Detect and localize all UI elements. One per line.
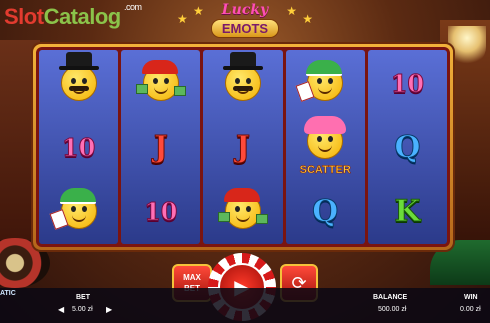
reel-5: 10 Q K (367, 50, 448, 244)
logo-emots: EMOTS (210, 19, 280, 38)
bet-label: BET (76, 294, 90, 301)
reel-2: J 10 (121, 50, 201, 244)
bet-value: 5.00 zł (72, 306, 93, 313)
reel-cell (205, 52, 280, 114)
cardplayer-emoji (49, 188, 97, 230)
reel-cell: J (205, 116, 280, 178)
symbol-k: K (394, 193, 421, 229)
reel-cell: 10 (123, 180, 198, 242)
star-icon: ★ (302, 12, 313, 26)
watermark-logo: SlotCatalog .com (4, 2, 142, 30)
symbol-q: Q (312, 193, 339, 229)
watermark-slot: Slot (4, 4, 44, 29)
reel-cell (205, 180, 280, 242)
reel-cell: J (123, 116, 198, 178)
reel-cell: 10 (41, 116, 116, 178)
symbol-j: J (235, 129, 251, 165)
symbol-10: 10 (390, 68, 425, 98)
reel-frame: 10 J 10 J SCATTER Q 10 Q K (33, 44, 453, 250)
reel-cell (288, 52, 363, 114)
reel-1: 10 (39, 50, 119, 244)
star-icon: ★ (286, 4, 297, 18)
scatter-symbol (304, 116, 347, 159)
scatter-label: SCATTER (299, 164, 351, 177)
reel-cell: SCATTER (288, 116, 363, 178)
reel-3: J (203, 50, 283, 244)
game-logo: ★ ★ ★ ★ Lucky EMOTS (175, 2, 315, 42)
balance-label: BALANCE (373, 294, 408, 301)
star-icon: ★ (177, 12, 188, 26)
reel-4: SCATTER Q (285, 50, 365, 244)
reel-grid: 10 J 10 J SCATTER Q 10 Q K (36, 47, 450, 247)
reel-cell (123, 52, 198, 114)
bet-increase-icon[interactable]: ▶ (106, 305, 112, 314)
provider-logo: ATIC (0, 290, 16, 297)
watermark-com: .com (124, 2, 142, 12)
reel-cell: Q (370, 116, 445, 178)
win-label: WIN (464, 294, 478, 301)
watermark-catalog: Catalog (43, 4, 122, 29)
symbol-j: J (153, 129, 168, 165)
chandelier-image (448, 26, 486, 66)
reel-cell: Q (288, 180, 363, 242)
reel-cell (41, 180, 116, 242)
reel-cell: 10 (370, 52, 445, 114)
bet-decrease-icon[interactable]: ◀ (58, 305, 64, 314)
provider-name: ATIC (0, 290, 16, 297)
gentleman-emoji (223, 52, 263, 101)
cardplayer-emoji (295, 60, 344, 102)
rapper-emoji (218, 188, 268, 229)
rapper-emoji (135, 60, 186, 101)
balance-value: 500.00 zł (378, 306, 407, 313)
reel-cell: K (370, 180, 445, 242)
symbol-10: 10 (61, 132, 96, 162)
star-icon: ★ (193, 4, 204, 18)
reel-cell (41, 52, 116, 114)
symbol-10: 10 (144, 196, 178, 226)
gentleman-emoji (58, 52, 99, 101)
win-value: 0.00 zł (460, 306, 481, 313)
max-bet-line1: MAX (183, 273, 201, 282)
symbol-q: Q (394, 129, 421, 165)
